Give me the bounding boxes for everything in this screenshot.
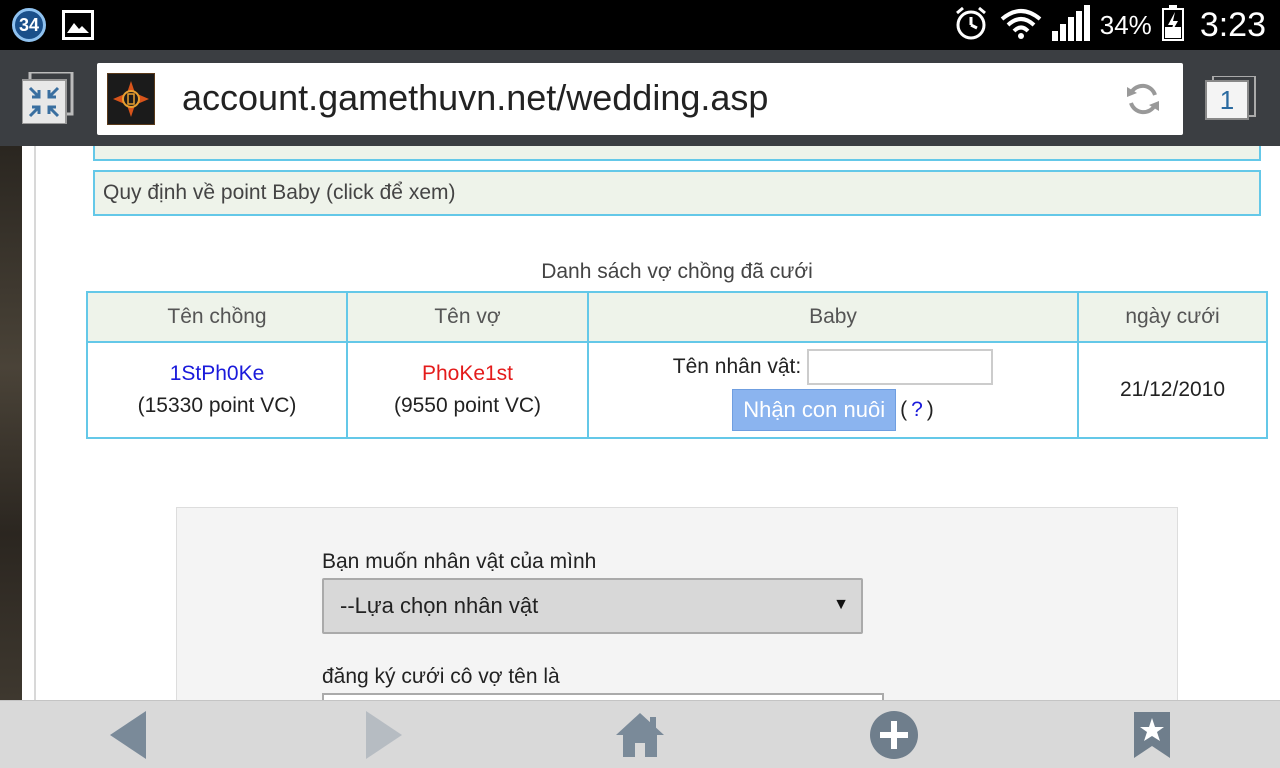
character-label: Bạn muốn nhân vật của mình bbox=[322, 550, 597, 573]
husband-name: 1StPh0Ke bbox=[169, 362, 265, 385]
bookmark-icon[interactable] bbox=[1124, 709, 1180, 761]
wifi-icon bbox=[1000, 7, 1042, 44]
wife-cell: PhoKe1st (9550 point VC) bbox=[346, 341, 589, 439]
baby-name-label: Tên nhân vật: bbox=[672, 355, 802, 378]
gallery-icon bbox=[62, 10, 94, 40]
background-decoration bbox=[0, 146, 22, 700]
browser-bottom-bar bbox=[0, 700, 1280, 768]
browser-toolbar: account.gamethuvn.net/wedding.asp 1 bbox=[0, 50, 1280, 146]
wedding-date-cell: 21/12/2010 bbox=[1077, 341, 1268, 439]
baby-points-rules-link[interactable]: Quy định về point Baby (click để xem) bbox=[93, 170, 1261, 216]
header-baby: Baby bbox=[587, 291, 1079, 343]
web-page: Quy định về point Baby (click để xem) Da… bbox=[0, 146, 1280, 700]
tabs-button[interactable]: 1 bbox=[1205, 76, 1257, 124]
header-husband: Tên chồng bbox=[86, 291, 348, 343]
husband-cell: 1StPh0Ke (15330 point VC) bbox=[86, 341, 348, 439]
wife-name-input[interactable] bbox=[322, 693, 884, 700]
minimize-view-icon[interactable] bbox=[21, 70, 74, 125]
table-header-row: Tên chồng Tên vợ Baby ngày cưới bbox=[86, 291, 1268, 343]
tab-count: 1 bbox=[1205, 80, 1249, 120]
divider bbox=[34, 146, 36, 700]
husband-points: (15330 point VC) bbox=[137, 394, 297, 417]
info-box-partial[interactable] bbox=[93, 146, 1261, 161]
wife-name: PhoKe1st bbox=[421, 362, 514, 385]
url-text[interactable]: account.gamethuvn.net/wedding.asp bbox=[182, 77, 768, 119]
table-row: 1StPh0Ke (15330 point VC) PhoKe1st (9550… bbox=[86, 341, 1268, 439]
battery-percent: 34% bbox=[1099, 9, 1152, 40]
reload-icon[interactable] bbox=[1125, 81, 1161, 117]
character-select[interactable]: --Lựa chọn nhân vật ▼ bbox=[322, 578, 863, 634]
adopt-child-button[interactable]: Nhận con nuôi bbox=[732, 389, 897, 431]
dropdown-arrow-icon: ▼ bbox=[833, 596, 849, 613]
wife-name-label: đăng ký cưới cô vợ tên là bbox=[322, 665, 560, 688]
help-close-paren: ) bbox=[926, 398, 934, 421]
baby-cell: Tên nhân vật: Nhận con nuôi (?) bbox=[587, 341, 1079, 439]
married-couples-table: Tên chồng Tên vợ Baby ngày cưới 1StPh0Ke… bbox=[86, 291, 1268, 439]
address-bar[interactable]: account.gamethuvn.net/wedding.asp bbox=[97, 63, 1183, 135]
battery-charging-icon bbox=[1161, 4, 1184, 46]
add-tab-icon[interactable] bbox=[866, 709, 922, 761]
married-list-caption: Danh sách vợ chồng đã cưới bbox=[541, 260, 813, 283]
forward-arrow-icon[interactable] bbox=[356, 709, 412, 761]
header-wedding-date: ngày cưới bbox=[1077, 291, 1268, 343]
help-open-paren: ( bbox=[900, 398, 908, 421]
wife-points: (9550 point VC) bbox=[393, 394, 542, 417]
status-icons: 34% 3:23 bbox=[952, 0, 1266, 50]
notification-count-badge[interactable]: 34 bbox=[12, 8, 46, 42]
baby-name-row: Tên nhân vật: bbox=[589, 349, 1077, 385]
help-link[interactable]: ? bbox=[911, 398, 923, 422]
wedding-registration-panel: Bạn muốn nhân vật của mình --Lựa chọn nh… bbox=[176, 507, 1178, 700]
character-select-value: --Lựa chọn nhân vật bbox=[340, 593, 539, 618]
adopt-row: Nhận con nuôi (?) bbox=[589, 389, 1077, 431]
clock: 3:23 bbox=[1199, 5, 1266, 44]
home-icon[interactable] bbox=[612, 709, 668, 761]
back-arrow-icon[interactable] bbox=[100, 709, 156, 761]
alarm-icon bbox=[952, 4, 990, 47]
signal-icon bbox=[1051, 4, 1090, 46]
header-wife: Tên vợ bbox=[346, 291, 589, 343]
site-favicon-icon bbox=[107, 73, 155, 125]
status-bar: 34 34% 3:23 bbox=[0, 0, 1280, 50]
baby-name-input[interactable] bbox=[807, 349, 994, 385]
